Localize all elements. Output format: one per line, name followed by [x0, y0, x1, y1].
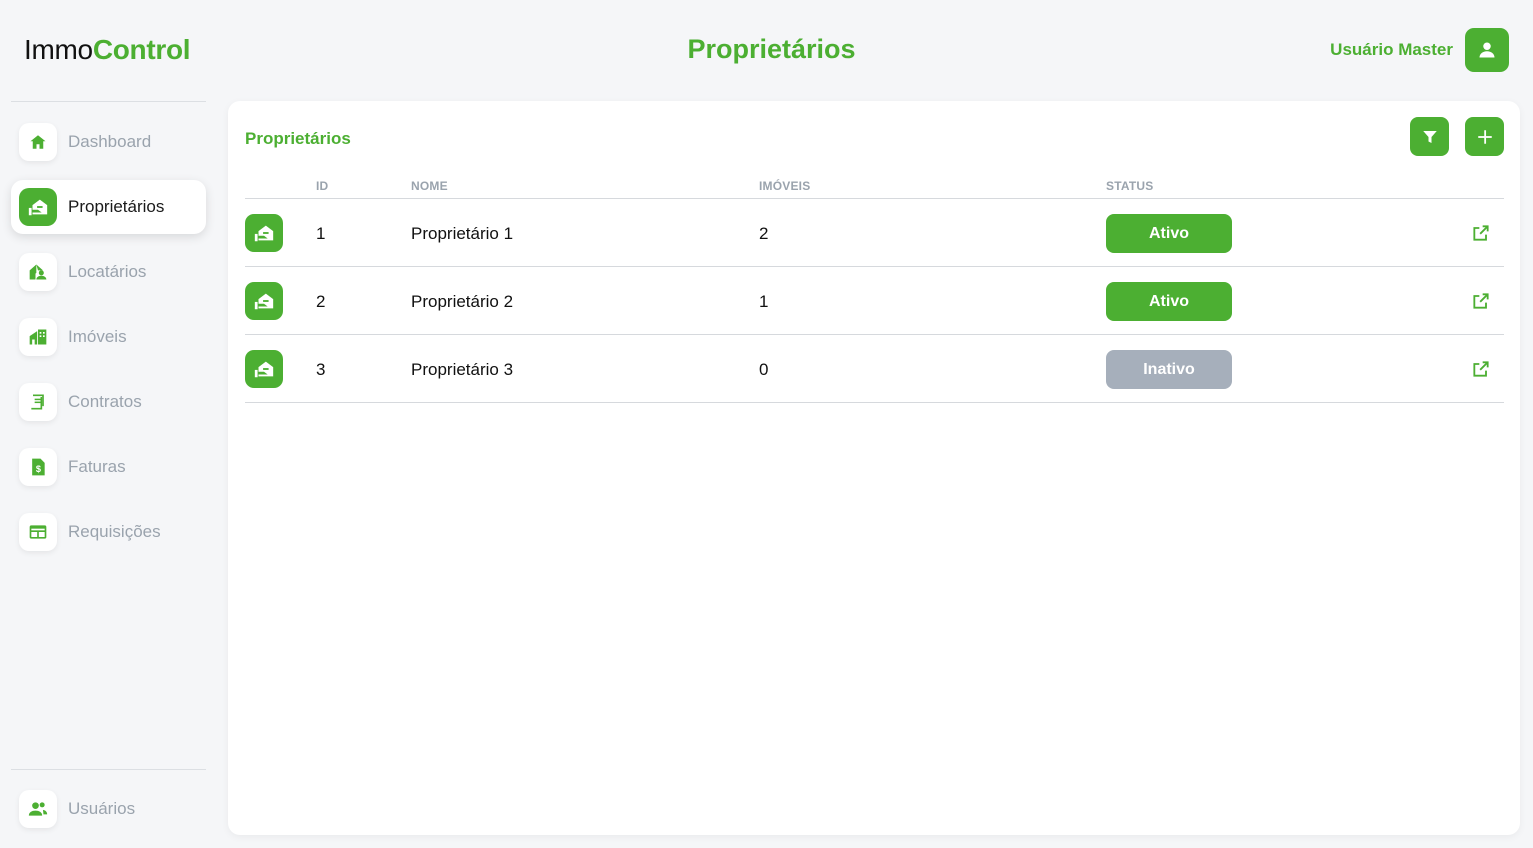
cell-nome: Proprietário 3 [411, 360, 514, 379]
sidebar-item-locatarios[interactable]: Locatários [11, 245, 206, 299]
contract-icon [19, 383, 57, 421]
owners-table: ID NOME IMÓVEIS STATUS 1 Proprietário 1 … [245, 177, 1504, 403]
user-avatar-button[interactable] [1465, 28, 1509, 72]
sidebar-nav: Dashboard Proprietários Locatários Imóve… [11, 115, 206, 570]
card-title: Proprietários [245, 129, 351, 148]
table-row[interactable]: 3 Proprietário 3 0 Inativo [245, 335, 1504, 403]
owner-icon [245, 350, 283, 388]
cell-id: 1 [316, 224, 326, 243]
column-header-status: STATUS [1106, 179, 1154, 193]
tenant-icon [19, 253, 57, 291]
open-external-icon[interactable] [1471, 223, 1491, 243]
sidebar-item-proprietarios[interactable]: Proprietários [11, 180, 206, 234]
cell-imoveis: 2 [759, 224, 769, 243]
sidebar-item-contratos[interactable]: Contratos [11, 375, 206, 429]
sidebar-item-label: Proprietários [68, 197, 165, 216]
sidebar-item-dashboard[interactable]: Dashboard [11, 115, 206, 169]
plus-icon [1477, 129, 1492, 144]
sidebar-item-faturas[interactable]: $ Faturas [11, 440, 206, 494]
open-external-icon[interactable] [1471, 291, 1491, 311]
cell-imoveis: 1 [759, 292, 769, 311]
cell-nome: Proprietário 1 [411, 224, 514, 243]
user-icon [1479, 42, 1495, 58]
home-icon [19, 123, 57, 161]
cell-id: 3 [316, 360, 326, 379]
sidebar-item-label: Faturas [68, 457, 126, 476]
status-badge: Ativo [1106, 214, 1232, 253]
table-row[interactable]: 1 Proprietário 1 2 Ativo [245, 199, 1504, 267]
table-row[interactable]: 2 Proprietário 2 1 Ativo [245, 267, 1504, 335]
invoice-icon: $ [19, 448, 57, 486]
requests-icon [19, 513, 57, 551]
sidebar-divider-bottom [11, 769, 206, 770]
user-menu[interactable]: Usuário Master [1330, 28, 1509, 72]
add-owner-button[interactable] [1465, 117, 1504, 156]
user-name: Usuário Master [1330, 40, 1453, 59]
filter-button[interactable] [1410, 117, 1449, 156]
owner-icon [19, 188, 57, 226]
users-icon [19, 790, 57, 828]
building-icon [19, 318, 57, 356]
svg-text:$: $ [36, 464, 41, 474]
status-badge: Ativo [1106, 282, 1232, 321]
sidebar-bottom: Usuários [11, 782, 206, 847]
owners-card: Proprietários ID NOME IMÓVEIS STATUS 1 P… [228, 101, 1520, 835]
sidebar-item-label: Dashboard [68, 132, 152, 151]
page-title: Proprietários [687, 34, 856, 64]
sidebar-item-requisicoes[interactable]: Requisições [11, 505, 206, 559]
owner-icon [245, 214, 283, 252]
sidebar-item-label: Contratos [68, 392, 142, 411]
sidebar-item-label: Imóveis [68, 327, 127, 346]
sidebar-item-imoveis[interactable]: Imóveis [11, 310, 206, 364]
table-header: ID NOME IMÓVEIS STATUS [245, 177, 1504, 199]
sidebar-item-label: Requisições [68, 522, 161, 541]
sidebar-item-label: Usuários [68, 799, 136, 818]
column-header-nome: NOME [411, 179, 448, 193]
open-external-icon[interactable] [1471, 359, 1491, 379]
cell-nome: Proprietário 2 [411, 292, 514, 311]
sidebar-item-usuarios[interactable]: Usuários [11, 782, 206, 836]
column-header-imoveis: IMÓVEIS [759, 179, 811, 193]
owner-icon [245, 282, 283, 320]
column-header-id: ID [316, 179, 329, 193]
cell-id: 2 [316, 292, 326, 311]
sidebar-divider-top [11, 101, 206, 102]
sidebar-item-label: Locatários [68, 262, 147, 281]
status-badge: Inativo [1106, 350, 1232, 389]
filter-icon [1422, 130, 1437, 143]
cell-imoveis: 0 [759, 360, 769, 379]
